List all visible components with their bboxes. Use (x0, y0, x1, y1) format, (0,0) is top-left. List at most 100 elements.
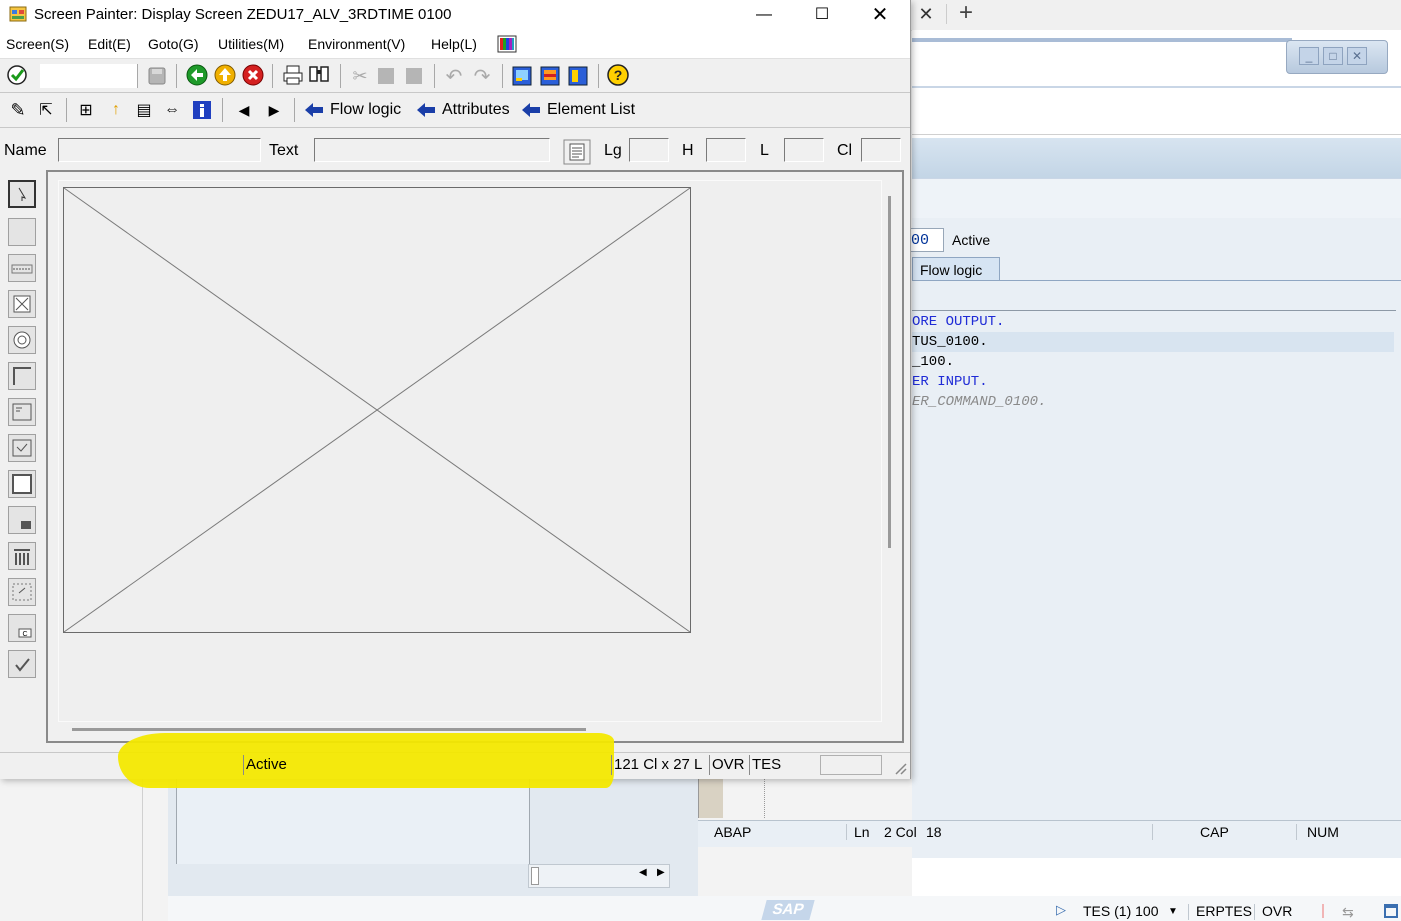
enter-checkmark-icon[interactable] (6, 64, 28, 86)
command-field[interactable] (40, 64, 138, 88)
lg-input[interactable] (629, 138, 669, 162)
next-icon[interactable]: ▶ (262, 98, 286, 122)
cancel-icon[interactable] (242, 64, 264, 86)
menu-utilities[interactable]: Utilities(M) (218, 36, 284, 52)
table-control-tool-icon[interactable] (8, 542, 36, 570)
cl-label: Cl (837, 142, 853, 159)
save-icon[interactable] (147, 66, 167, 86)
cut-icon[interactable]: ✂ (348, 64, 372, 88)
resize-grip-icon[interactable] (890, 758, 908, 776)
scroll-left-icon[interactable]: ◀ (639, 867, 647, 878)
tabstrip-tool-icon[interactable] (8, 434, 36, 462)
input-field-tool-icon[interactable] (8, 254, 36, 282)
maximize-icon[interactable]: ☐ (793, 0, 851, 30)
l-input[interactable] (784, 138, 824, 162)
shortcut-icon[interactable] (540, 66, 560, 86)
redo-icon[interactable]: ↷ (470, 64, 494, 88)
status-icon-tool-icon[interactable] (8, 650, 36, 678)
cl-input[interactable] (861, 138, 901, 162)
name-input[interactable] (58, 138, 261, 162)
info-icon[interactable] (192, 100, 212, 120)
scroll-right-icon[interactable]: ▶ (657, 867, 665, 878)
toolbar-separator (434, 64, 435, 88)
bg-minimize-icon[interactable]: _ (1299, 47, 1319, 65)
menu-goto[interactable]: Goto(G) (148, 36, 199, 52)
undo-icon[interactable]: ↶ (442, 64, 466, 88)
print-icon[interactable] (282, 64, 304, 86)
exit-icon[interactable] (214, 64, 236, 86)
element-list-button[interactable]: Element List (521, 99, 635, 121)
table-wizard-tool-icon[interactable] (8, 578, 36, 606)
custom-control-area[interactable] (63, 187, 691, 633)
box-tool-icon[interactable] (8, 362, 36, 390)
background-frame-line (912, 38, 1292, 42)
menu-environment[interactable]: Environment(V) (308, 36, 405, 52)
window-title: Screen Painter: Display Screen ZEDU17_AL… (34, 6, 452, 23)
customize-layout-icon[interactable] (497, 35, 517, 53)
checkbox-tool-icon[interactable] (8, 290, 36, 318)
bg-close-icon[interactable]: ✕ (1347, 47, 1367, 65)
vertical-scrollbar[interactable] (888, 196, 891, 548)
layout-icon[interactable]: ▤ (132, 98, 156, 122)
insert-mode[interactable]: OVR (1262, 903, 1292, 919)
transfer-icon[interactable]: ⇆ (1342, 904, 1354, 921)
container-tool-icon[interactable]: C (8, 614, 36, 642)
horizontal-scrollbar[interactable]: ◀ ▶ (528, 864, 670, 888)
horizontal-scrollbar[interactable] (72, 728, 586, 731)
flow-logic-button[interactable]: Flow logic (304, 99, 401, 121)
menu-screen[interactable]: Screen(S) (6, 36, 69, 52)
layout-menu-icon[interactable] (568, 66, 588, 86)
lower-left-list[interactable] (176, 778, 530, 864)
scroll-thumb[interactable] (531, 867, 539, 885)
caps-indicator: CAP (1200, 824, 1229, 840)
edit-mode-icon[interactable]: ✎ (6, 98, 30, 122)
radio-button-tool-icon[interactable] (8, 326, 36, 354)
minimize-icon[interactable]: — (735, 0, 793, 30)
dropdown-icon[interactable]: ▼ (1168, 906, 1178, 917)
toolbar-separator (137, 64, 138, 88)
menu-edit[interactable]: Edit(E) (88, 36, 131, 52)
tab-close-icon[interactable]: ✕ (916, 4, 936, 24)
dictionary-fields-icon[interactable]: ⊞ (74, 98, 98, 122)
custom-control-tool-icon[interactable] (8, 506, 36, 534)
close-icon[interactable]: ✕ (851, 0, 909, 30)
copy-icon[interactable] (378, 68, 394, 84)
help-icon[interactable]: ? (607, 64, 629, 86)
screen-number-field[interactable]: 00 (908, 228, 944, 252)
bg-maximize-icon[interactable]: □ (1323, 47, 1343, 65)
text-field-tool-icon[interactable] (8, 218, 36, 246)
find-icon[interactable] (308, 64, 330, 86)
frame-tool-icon[interactable] (8, 470, 36, 498)
text-input[interactable] (314, 138, 550, 162)
arrow-left-icon (417, 103, 435, 117)
overwrite-mode-indicator[interactable]: OVR (709, 755, 749, 775)
browser-tab-strip (910, 0, 1401, 31)
paste-icon[interactable] (406, 68, 422, 84)
editor-column: 18 (926, 824, 942, 840)
subscreen-tool-icon[interactable] (8, 398, 36, 426)
flow-logic-label: Flow logic (330, 101, 402, 118)
status-separator (1254, 904, 1255, 920)
new-tab-icon[interactable]: + (954, 1, 978, 25)
text-editor-icon[interactable] (563, 139, 591, 165)
pointer-tool-icon[interactable] (8, 180, 36, 208)
menu-help[interactable]: Help(L) (431, 36, 477, 52)
play-icon[interactable]: ▷ (1056, 902, 1066, 918)
activate-icon[interactable]: ↑ (104, 98, 128, 122)
editor-ln-label: Ln (854, 824, 870, 840)
system-info[interactable]: TES (1) 100 (1083, 903, 1158, 919)
lg-label: Lg (604, 142, 622, 159)
navigate-icon[interactable]: ⇔ (160, 98, 184, 122)
new-session-icon[interactable] (512, 66, 532, 86)
gutter-dots (764, 778, 766, 818)
back-icon[interactable] (186, 64, 208, 86)
tab-flow-logic[interactable]: Flow logic (912, 257, 1000, 281)
h-input[interactable] (706, 138, 746, 162)
attributes-button[interactable]: Attributes (416, 99, 510, 121)
previous-icon[interactable]: ◀ (232, 98, 256, 122)
editor-language: ABAP (714, 824, 752, 840)
code-line: ER INPUT. (912, 374, 988, 390)
check-icon[interactable]: ⇱ (34, 98, 58, 122)
lock-icon[interactable] (1384, 904, 1398, 918)
status-message: Active (243, 755, 611, 775)
